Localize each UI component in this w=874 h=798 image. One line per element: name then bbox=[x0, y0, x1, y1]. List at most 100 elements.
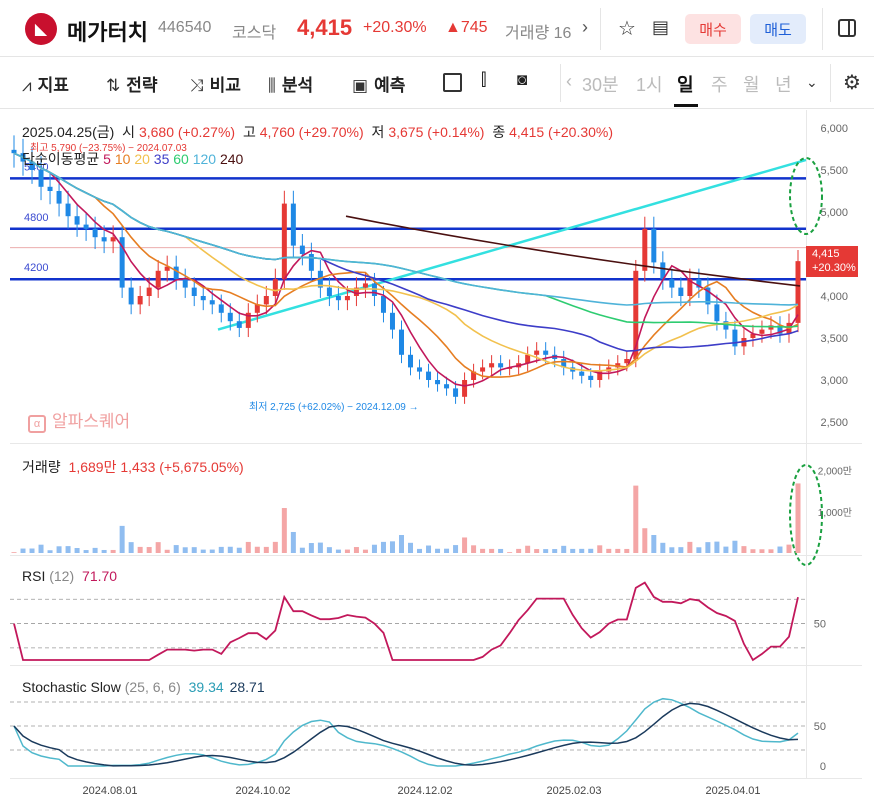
rsi-line bbox=[13, 581, 799, 662]
y-tick-label: 5,000 bbox=[820, 207, 848, 219]
candle-body bbox=[227, 312, 233, 322]
volume-bar bbox=[516, 548, 522, 553]
volume-bar bbox=[705, 542, 711, 553]
volume-bar bbox=[137, 546, 143, 553]
rsi-value: 71.70 bbox=[82, 568, 118, 584]
volume-bar bbox=[218, 546, 224, 553]
volume-bar bbox=[326, 547, 332, 553]
volume-bar bbox=[435, 548, 441, 553]
candle-body bbox=[326, 287, 332, 296]
volume-bar bbox=[453, 545, 459, 553]
volume-bar bbox=[146, 547, 152, 553]
stochastic-tick-label: 0 bbox=[820, 761, 826, 773]
candle-body bbox=[543, 350, 549, 355]
x-axis-label: 2025.02.03 bbox=[546, 785, 601, 797]
stochastic-info: Stochastic Slow (25, 6, 6) 39.34 28.71 bbox=[22, 679, 265, 695]
candle-body bbox=[335, 296, 341, 301]
volume-bar bbox=[398, 535, 404, 553]
close-value: 4,415 (+20.30%) bbox=[509, 124, 614, 140]
candle-body bbox=[588, 375, 594, 380]
low-label: 저 bbox=[371, 124, 385, 140]
ma-legend[interactable]: 단순이동평균 5 10 20 35 60 120 240 bbox=[22, 149, 243, 169]
ma-period-240: 240 bbox=[216, 151, 244, 167]
rsi-tick-label: 50 bbox=[814, 619, 826, 631]
volume-bar bbox=[462, 537, 468, 553]
volume-bar bbox=[678, 547, 684, 553]
volume-bar bbox=[723, 546, 729, 553]
candle-body bbox=[651, 228, 657, 263]
volume-label: 거래량 bbox=[22, 459, 61, 475]
y-tick-label: 3,500 bbox=[820, 333, 848, 345]
candle-body bbox=[408, 354, 414, 368]
candle-body bbox=[137, 296, 143, 305]
volume-bar bbox=[714, 541, 720, 553]
volume-bar bbox=[83, 550, 89, 553]
volume-bar bbox=[687, 541, 693, 553]
volume-bar bbox=[290, 531, 296, 553]
candle-body bbox=[146, 287, 152, 296]
ma-label: 단순이동평균 bbox=[22, 151, 100, 167]
close-label: 종 bbox=[492, 124, 506, 140]
candle-body bbox=[380, 296, 386, 313]
volume-info: 거래량 1,689만 1,433 (+5,675.05%) bbox=[22, 457, 244, 477]
stochastic-param: (25, 6, 6) bbox=[124, 679, 181, 695]
volume-tick-label: 1,000만 bbox=[818, 507, 852, 519]
candle-body bbox=[11, 149, 17, 154]
high-label: 고 bbox=[242, 124, 256, 140]
ma-period-10: 10 bbox=[110, 151, 131, 167]
volume-bar bbox=[507, 552, 513, 553]
volume-bar bbox=[353, 547, 359, 553]
volume-tick-label: 2,000만 bbox=[818, 466, 852, 478]
candle-body bbox=[191, 287, 197, 296]
volume-bar bbox=[254, 546, 260, 553]
candle-body bbox=[182, 279, 188, 288]
candle-body bbox=[435, 380, 441, 385]
candle-body bbox=[344, 296, 350, 301]
candle-body bbox=[489, 363, 495, 368]
rsi-label: RSI bbox=[22, 568, 46, 584]
candle-body bbox=[444, 384, 450, 389]
volume-bar bbox=[101, 549, 107, 553]
volume-bar bbox=[759, 549, 765, 553]
candle-body bbox=[290, 203, 296, 246]
y-tick-label: 4,000 bbox=[820, 291, 848, 303]
candle-body bbox=[110, 237, 116, 242]
stochastic-d: 28.71 bbox=[229, 679, 265, 695]
ma-period-60: 60 bbox=[169, 151, 189, 167]
volume-bar bbox=[38, 544, 44, 553]
volume-bar bbox=[642, 528, 648, 553]
candle-body bbox=[74, 216, 80, 225]
candle-body bbox=[83, 224, 89, 229]
info-date: 2025.04.25(금) bbox=[22, 124, 115, 140]
candle-body bbox=[678, 287, 684, 296]
volume-bar bbox=[651, 535, 657, 553]
candle-body bbox=[155, 270, 161, 288]
ma-period-35: 35 bbox=[149, 151, 170, 167]
volume-bar bbox=[209, 549, 215, 553]
candle-body bbox=[200, 296, 206, 301]
ma-periods: 5 10 20 35 60 120 240 bbox=[103, 151, 243, 167]
candle-body bbox=[299, 245, 305, 254]
volume-bar bbox=[389, 541, 395, 553]
volume-bar bbox=[525, 545, 531, 553]
resistance-label: 4800 bbox=[24, 212, 48, 224]
volume-bar bbox=[750, 549, 756, 553]
candle-body bbox=[101, 237, 107, 242]
volume-bar bbox=[426, 545, 432, 553]
volume-bar bbox=[543, 549, 549, 553]
volume-bar bbox=[56, 546, 62, 553]
candle-body bbox=[38, 170, 44, 187]
volume-bar bbox=[299, 547, 305, 553]
candle-body bbox=[426, 371, 432, 380]
volume-bar bbox=[155, 542, 161, 553]
highlight-ellipse bbox=[789, 157, 823, 235]
min-note-text: 최저 2,725 (+62.02%) − 2024.12.09 bbox=[249, 402, 406, 413]
stochastic-d-line bbox=[13, 702, 799, 767]
x-axis-label: 2024.10.02 bbox=[235, 785, 290, 797]
volume-bar bbox=[227, 546, 233, 553]
volume-bar bbox=[29, 548, 35, 553]
volume-bar bbox=[588, 548, 594, 553]
volume-bar bbox=[47, 550, 53, 553]
candle-body bbox=[65, 203, 71, 217]
volume-bar bbox=[344, 549, 350, 553]
